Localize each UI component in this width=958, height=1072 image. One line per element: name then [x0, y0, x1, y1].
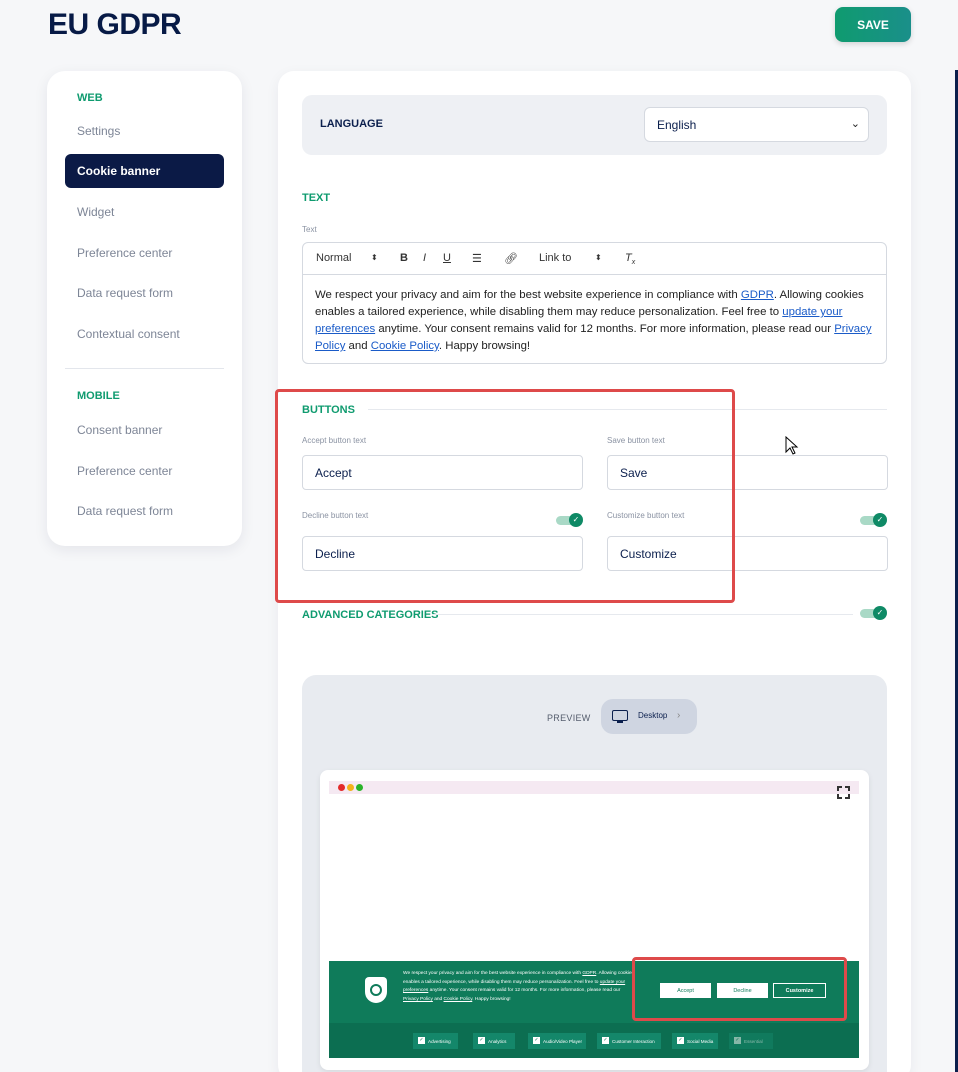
main-panel: LANGUAGE English ⌄ TEXT Text Normal ⬍ B … [275, 71, 911, 1072]
sidebar-item-contextual-consent[interactable]: Contextual consent [65, 317, 224, 351]
clear-format-icon[interactable]: Tx [625, 252, 635, 266]
list-icon[interactable]: ☰ [472, 252, 482, 265]
sidebar-item-consent-banner[interactable]: Consent banner [65, 413, 224, 447]
sidebar-item-cookie-banner[interactable]: Cookie banner [65, 154, 224, 188]
close-dot-icon [338, 784, 345, 791]
section-divider [433, 614, 853, 615]
content-text: We respect your privacy and aim for the … [315, 289, 741, 301]
link-icon[interactable]: 🔗︎ [504, 252, 518, 265]
category-social-media[interactable]: Social Media [672, 1033, 718, 1049]
sidebar-item-mobile-preference-center[interactable]: Preference center [65, 454, 224, 488]
gdpr-link[interactable]: GDPR [741, 289, 774, 301]
format-select[interactable]: Normal [316, 252, 351, 264]
text-section-title: TEXT [302, 192, 331, 204]
language-label: LANGUAGE [320, 118, 383, 130]
sidebar: WEB Settings Cookie banner Widget Prefer… [47, 71, 242, 546]
category-essential: Essential [729, 1033, 773, 1049]
highlight-annotation [275, 389, 735, 603]
link-to-select[interactable]: Link to [539, 252, 571, 264]
sidebar-section-web: WEB [77, 92, 103, 104]
sidebar-item-preference-center[interactable]: Preference center [65, 236, 224, 270]
content-text: anytime. Your consent remains valid for … [375, 323, 835, 335]
banner-text: We respect your privacy and aim for the … [403, 971, 635, 1002]
content-text: . Happy browsing! [438, 340, 531, 352]
browser-mockup: We respect your privacy and aim for the … [320, 770, 869, 1070]
device-label: Desktop [638, 711, 668, 720]
chevron-down-icon: ⌄ [850, 118, 860, 130]
fullscreen-icon[interactable] [837, 786, 850, 799]
link-to-arrows-icon: ⬍ [595, 253, 602, 262]
page-title: EU GDPR [48, 8, 182, 41]
rich-text-editor[interactable]: Normal ⬍ B I U ☰ 🔗︎ Link to ⬍ Tx We resp… [302, 242, 887, 364]
editor-toolbar: Normal ⬍ B I U ☰ 🔗︎ Link to ⬍ Tx [303, 243, 886, 275]
category-analytics[interactable]: Analytics [473, 1033, 515, 1049]
customize-toggle[interactable]: ✓ [860, 513, 888, 527]
minimize-dot-icon [347, 784, 354, 791]
content-text: and [345, 340, 371, 352]
monitor-icon [612, 710, 628, 723]
language-select[interactable]: English ⌄ [644, 107, 869, 142]
advanced-categories-toggle[interactable]: ✓ [860, 606, 888, 620]
maximize-dot-icon [356, 784, 363, 791]
chevron-right-icon: › [677, 710, 681, 721]
save-button[interactable]: SAVE [835, 7, 911, 42]
cookie-policy-link[interactable]: Cookie Policy [371, 340, 439, 352]
advanced-categories-title: ADVANCED CATEGORIES [302, 609, 439, 621]
category-advertising[interactable]: Advertising [413, 1033, 458, 1049]
device-select[interactable]: Desktop › [601, 699, 697, 734]
language-select-value: English [657, 117, 697, 132]
shield-icon [365, 977, 387, 1003]
preview-label: PREVIEW [547, 713, 591, 723]
italic-icon[interactable]: I [423, 252, 426, 264]
category-customer-interaction[interactable]: Customer Interaction [597, 1033, 661, 1049]
underline-icon[interactable]: U [443, 252, 451, 264]
sidebar-item-data-request-form[interactable]: Data request form [65, 276, 224, 310]
category-audio-video-player[interactable]: Audio/Video Player [528, 1033, 586, 1049]
mouse-cursor-icon [785, 436, 799, 455]
format-select-arrows-icon: ⬍ [371, 253, 378, 262]
sidebar-item-mobile-data-request-form[interactable]: Data request form [65, 494, 224, 528]
banner-categories: Advertising Analytics Audio/Video Player… [329, 1023, 859, 1058]
check-icon: ✓ [873, 606, 887, 620]
language-bar: LANGUAGE English ⌄ [302, 95, 887, 155]
sidebar-item-widget[interactable]: Widget [65, 195, 224, 229]
sidebar-section-mobile: MOBILE [77, 390, 120, 402]
check-icon: ✓ [873, 513, 887, 527]
text-field-label: Text [302, 225, 317, 234]
preview-highlight-annotation [632, 957, 847, 1021]
sidebar-item-settings[interactable]: Settings [65, 114, 224, 148]
sidebar-divider [65, 368, 224, 369]
editor-content[interactable]: We respect your privacy and aim for the … [315, 287, 875, 355]
browser-titlebar [329, 781, 859, 794]
bold-icon[interactable]: B [400, 252, 408, 264]
